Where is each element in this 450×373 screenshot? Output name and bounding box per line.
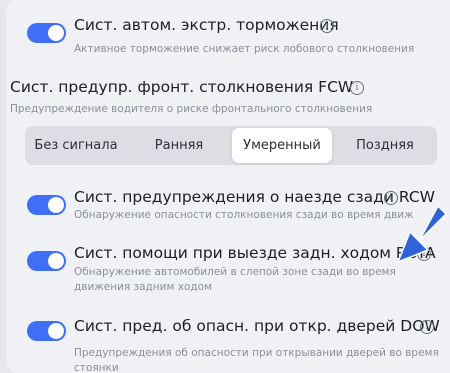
dow-title: Сист. пред. об опасн. при откр. дверей D… <box>74 317 440 335</box>
toggle-knob <box>48 323 64 339</box>
dow-subtitle-line1: Предупреждения об опасности при открыван… <box>74 347 439 359</box>
toggle-knob <box>48 253 64 269</box>
aeb-toggle[interactable] <box>27 23 66 43</box>
rcta-setting: Сист. помощи при выезде задн. ходом RCTA… <box>6 240 450 300</box>
info-icon[interactable]: i <box>350 81 364 95</box>
aeb-setting: Сист. автом. экстр. торможения i Активно… <box>6 0 450 60</box>
settings-screen: Сист. автом. экстр. торможения i Активно… <box>6 0 450 373</box>
info-icon[interactable]: i <box>420 320 434 334</box>
rcw-setting: Сист. предупреждения о наезде сзади RCW … <box>6 180 450 230</box>
fcw-option-early[interactable]: Ранняя <box>129 126 229 165</box>
rcw-subtitle: Обнаружение опасности столкновения сзади… <box>74 209 414 221</box>
dow-subtitle-line2: стоянки <box>74 362 119 373</box>
toggle-knob <box>48 197 64 213</box>
dow-setting: Сист. пред. об опасн. при откр. дверей D… <box>6 310 450 373</box>
fcw-title: Сист. предупр. фронт. столкновения FCW <box>10 78 354 96</box>
toggle-knob <box>48 25 64 41</box>
dow-toggle[interactable] <box>27 321 66 341</box>
rcta-title: Сист. помощи при выезде задн. ходом RCTA <box>74 244 436 262</box>
fcw-subtitle: Предупреждение водителя о риске фронталь… <box>10 103 373 115</box>
aeb-subtitle: Активное торможение снижает риск лобовог… <box>74 43 415 55</box>
fcw-option-moderate[interactable]: Умеренный <box>232 128 332 163</box>
pointer-arrow-icon <box>397 205 447 263</box>
rcw-title: Сист. предупреждения о наезде сзади RCW <box>74 188 436 206</box>
rcw-toggle[interactable] <box>27 195 66 215</box>
aeb-title: Сист. автом. экстр. торможения <box>74 16 339 34</box>
rcta-subtitle-line1: Обнаружение автомобилей в слепой зоне сз… <box>74 266 396 278</box>
fcw-option-late[interactable]: Поздняя <box>334 126 436 165</box>
fcw-sensitivity-selector: Без сигнала Ранняя Умеренный Поздняя <box>25 126 437 165</box>
info-icon[interactable]: i <box>320 19 334 33</box>
rcta-toggle[interactable] <box>27 251 66 271</box>
rcta-subtitle-line2: движения задним ходом <box>74 281 213 293</box>
fcw-option-none[interactable]: Без сигнала <box>25 126 127 165</box>
